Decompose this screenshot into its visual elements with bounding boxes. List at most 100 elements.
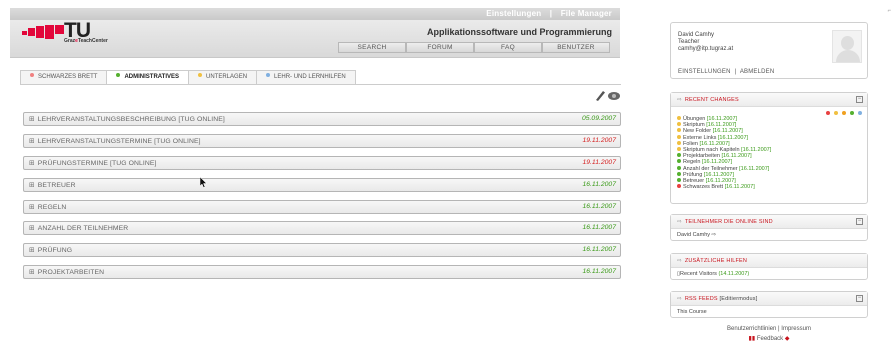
section-tabs: SCHWARZES BRETT ADMINISTRATIVES UNTERLAG… [20, 70, 356, 85]
mouse-cursor-icon [200, 177, 207, 188]
item-date: 16.11.2007 [582, 180, 616, 188]
settings-link[interactable]: Einstellungen [486, 9, 541, 18]
tu-mini-logo-icon: ▮▮ [748, 336, 756, 342]
list-item[interactable]: ⊞ LEHRVERANSTALTUNGSTERMINE [TUG ONLINE] 1… [23, 133, 621, 148]
panel-header: ⇨ TEILNEHMER DIE ONLINE SIND − [671, 215, 867, 229]
feedback-link[interactable]: ▮▮ Feedback ◆ [670, 335, 868, 342]
expand-icon[interactable]: ⊞ [29, 160, 35, 167]
footer: Benutzerrichtlinien | Impressum ▮▮ Feedb… [670, 326, 868, 342]
list-item[interactable]: ⊞ ANZAHL DER TEILNEHMER 16.11.2007 [23, 221, 621, 236]
tab-label: ADMINISTRATIVES [124, 74, 180, 80]
minimize-icon[interactable]: − [856, 218, 863, 225]
tab-dot-icon [116, 73, 121, 77]
nav-search[interactable]: SEARCH [338, 42, 406, 53]
filter-dot-icon[interactable] [842, 111, 846, 115]
tab-unterlagen[interactable]: UNTERLAGEN [188, 70, 258, 84]
window-corner-mark: ⌐ [887, 8, 891, 14]
panel-title: ZUSÄTZLICHE HILFEN [684, 258, 748, 264]
avatar [832, 30, 862, 63]
item-date: 05.09.2007 [581, 115, 616, 122]
filter-dot-icon[interactable] [834, 111, 838, 115]
rss-course-link[interactable]: This Course [677, 309, 707, 315]
top-bar: Einstellungen | File Manager [10, 8, 620, 20]
recent-list: Übungen [16.11.2007] Skriptum [16.11.200… [671, 113, 867, 193]
list-item[interactable]: ⊞ LEHRVERANSTALTUNGSBESCHREIBUNG [TUG ONL… [23, 112, 621, 126]
logout-link[interactable]: ABMELDEN [740, 69, 775, 75]
filter-dot-icon[interactable] [850, 111, 854, 115]
color-filter [822, 111, 862, 115]
tab-label: LEHR- UND LERNHILFEN [274, 74, 346, 80]
tab-divider [20, 84, 621, 85]
item-title: LEHRVERANSTALTUNGSBESCHREIBUNG [TUG ONLI… [37, 116, 225, 123]
edit-mode-link[interactable]: [Editiermodus] [720, 296, 758, 302]
course-title: Applikationssoftware und Programmierung [426, 27, 612, 37]
panel-header: ⇨ RECENT CHANGES − [671, 93, 867, 107]
list-item[interactable]: ⊞ REGELN 16.11.2007 [23, 199, 621, 214]
recent-changes-panel: ⇨ RECENT CHANGES − Übungen [16.11.2007] S… [670, 92, 868, 204]
item-title: REGELN [37, 203, 67, 211]
tu-graz-logo[interactable]: TU GrazeTeachCenter [22, 19, 152, 44]
expand-icon[interactable]: ⊞ [29, 204, 35, 211]
file-manager-link[interactable]: File Manager [561, 9, 612, 18]
minimize-icon[interactable]: − [856, 295, 863, 302]
arrow-icon: ⇨ [677, 296, 682, 302]
item-title: ANZAHL DER TEILNEHMER [37, 225, 129, 233]
footer-links[interactable]: Benutzerrichtlinien | Impressum [670, 326, 868, 332]
item-date: 16.11.2007 [582, 268, 616, 276]
user-role: Teacher [678, 39, 700, 45]
filter-dot-icon[interactable] [826, 111, 830, 115]
user-name: David Camhy [678, 32, 715, 38]
user-info: David Camhy Teacher camhy@itp.tugraz.at [678, 32, 733, 53]
filter-dot-icon[interactable] [858, 111, 862, 115]
item-title: BETREUER [37, 181, 76, 189]
user-panel: David Camhy Teacher camhy@itp.tugraz.at … [670, 22, 868, 79]
content-list: ⊞ LEHRVERANSTALTUNGSBESCHREIBUNG [TUG ONL… [23, 112, 621, 287]
help-panel: ⇨ ZUSÄTZLICHE HILFEN ▯Recent Visitors (14… [670, 253, 868, 280]
expand-icon[interactable]: ⊞ [29, 225, 35, 232]
recent-visitors-link[interactable]: Recent Visitors [680, 271, 717, 277]
item-title: LEHRVERANSTALTUNGSTERMINE [TUG ONLINE] [37, 137, 201, 145]
tu-logo-mark-icon [22, 25, 64, 39]
user-email: camhy@itp.tugraz.at [678, 46, 734, 52]
list-item[interactable]: ⊞ BETREUER 16.11.2007 [23, 177, 621, 192]
user-settings-link[interactable]: EINSTELLUNGEN [678, 69, 731, 75]
help-date: (14.11.2007) [718, 271, 750, 277]
expand-icon[interactable]: ⊞ [29, 116, 35, 123]
panel-title: TEILNEHMER DIE ONLINE SIND [684, 219, 773, 225]
expand-icon[interactable]: ⊞ [29, 182, 35, 189]
eye-icon[interactable] [608, 92, 620, 100]
expand-icon[interactable]: ⊞ [29, 269, 35, 276]
item-title: PRÜFUNG [37, 247, 73, 255]
rss-panel: ⇨ RSS FEEDS [Editiermodus] − This Course [670, 291, 868, 318]
online-user[interactable]: David Camhy [677, 232, 710, 238]
item-date: 16.11.2007 [582, 246, 616, 254]
top-links: Einstellungen | File Manager [486, 9, 612, 18]
tab-administratives[interactable]: ADMINISTRATIVES [106, 70, 190, 85]
arrow-icon: ⇨ [677, 258, 682, 264]
item-title: PRÜFUNGSTERMINE [TUG ONLINE] [37, 159, 157, 167]
item-date: 16.11.2007 [582, 224, 616, 232]
list-item[interactable]: ⊞ PROJEKTARBEITEN 16.11.2007 [23, 265, 621, 280]
edit-tools [594, 89, 622, 101]
list-item[interactable]: ⊞ PRÜFUNGSTERMINE [TUG ONLINE] 19.11.2007 [23, 155, 621, 170]
tab-lehr-und-lernhilfen[interactable]: LEHR- UND LERNHILFEN [256, 70, 356, 84]
nav-faq[interactable]: FAQ [474, 42, 542, 53]
main-nav: SEARCH FORUM FAQ BENUTZER [338, 42, 610, 53]
pencil-icon[interactable] [596, 91, 605, 101]
list-item[interactable]: ⊞ PRÜFUNG 16.11.2007 [23, 243, 621, 258]
nav-benutzer[interactable]: BENUTZER [542, 42, 610, 53]
nav-forum[interactable]: FORUM [406, 42, 474, 53]
panel-header: ⇨ RSS FEEDS [Editiermodus] − [671, 292, 867, 306]
list-item[interactable]: Schwarzes Brett [16.11.2007] [677, 184, 861, 190]
panel-title: RECENT CHANGES [684, 97, 739, 103]
user-links-separator: | [734, 69, 737, 75]
tab-schwarzes-brett[interactable]: SCHWARZES BRETT [20, 70, 108, 84]
arrow-icon: ⇨ [677, 97, 682, 103]
tab-dot-icon [198, 73, 203, 77]
minimize-icon[interactable]: − [856, 96, 863, 103]
expand-icon[interactable]: ⊞ [29, 247, 35, 254]
header: Einstellungen | File Manager TU GrazeTea… [10, 8, 620, 58]
tab-label: SCHWARZES BRETT [38, 74, 98, 80]
expand-icon[interactable]: ⊞ [29, 138, 35, 145]
logo-subtitle: GrazeTeachCenter [64, 38, 108, 44]
